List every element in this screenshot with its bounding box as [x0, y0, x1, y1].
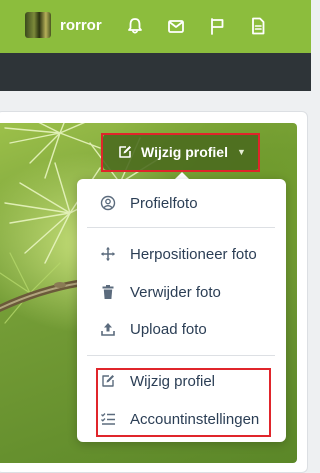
menu-divider [87, 355, 275, 356]
avatar[interactable] [25, 12, 51, 38]
menu-item-label: Verwijder foto [130, 283, 221, 301]
flag-icon[interactable] [207, 16, 227, 36]
trash-icon [99, 283, 117, 301]
highlight-box-edit-button [101, 133, 260, 172]
secondary-navbar [0, 53, 311, 91]
bell-icon[interactable] [125, 16, 145, 36]
move-icon [99, 245, 117, 263]
highlight-box-menu-items [96, 368, 271, 437]
user-circle-icon [99, 194, 117, 212]
menu-item-label: Herpositioneer foto [130, 245, 257, 263]
menu-item-verwijder-foto[interactable]: Verwijder foto [77, 279, 286, 305]
menu-item-upload-foto[interactable]: Upload foto [77, 316, 286, 342]
menu-item-herpositioneer-foto[interactable]: Herpositioneer foto [77, 241, 286, 267]
document-icon[interactable] [248, 16, 268, 36]
username[interactable]: rorror [60, 16, 102, 36]
top-navbar: rorror [0, 0, 311, 53]
upload-icon [99, 320, 117, 338]
mail-icon[interactable] [166, 16, 186, 36]
menu-item-label: Upload foto [130, 320, 207, 338]
menu-item-profielfoto[interactable]: Profielfoto [77, 190, 286, 216]
menu-item-label: Profielfoto [130, 194, 198, 212]
menu-divider [87, 227, 275, 228]
